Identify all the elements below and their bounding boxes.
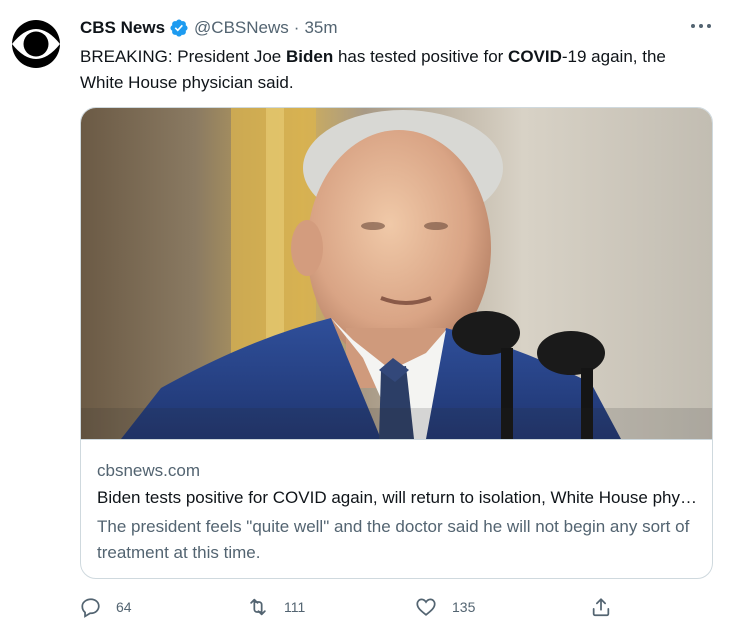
share-icon [592, 598, 610, 617]
reply-icon [81, 598, 100, 618]
share-button[interactable] [590, 596, 612, 618]
link-card[interactable]: cbsnews.com Biden tests positive for COV… [80, 107, 713, 579]
separator-dot: · [293, 18, 300, 37]
card-body: cbsnews.com Biden tests positive for COV… [97, 460, 697, 566]
card-title: Biden tests positive for COVID again, wi… [97, 488, 697, 507]
like-button[interactable]: 135 [414, 596, 475, 618]
tweet-text-highlight: COVID [508, 47, 562, 66]
action-bar: 64 111 135 [80, 596, 640, 622]
card-description: The president feels "quite well" and the… [97, 517, 690, 562]
timestamp[interactable]: 35m [304, 18, 337, 38]
reply-count: 64 [116, 599, 132, 615]
tweet[interactable]: CBS News @CBSNews · 35m BREAKING: Presid… [0, 0, 740, 630]
reply-button[interactable]: 64 [80, 596, 132, 618]
avatar[interactable] [8, 16, 64, 72]
cbs-logo-icon [8, 16, 64, 72]
tweet-text-highlight: Biden [285, 47, 334, 66]
tweet-text-part: BREAKING: President Joe [80, 47, 286, 66]
tweet-header: CBS News @CBSNews · 35m [80, 16, 338, 40]
card-image [81, 108, 712, 440]
retweet-button[interactable]: 111 [246, 596, 305, 618]
retweet-icon [250, 598, 266, 616]
display-name[interactable]: CBS News [80, 18, 165, 38]
verified-badge-icon [169, 18, 189, 38]
retweet-count: 111 [284, 599, 306, 615]
like-count: 135 [452, 599, 476, 615]
heart-icon [416, 598, 436, 616]
card-domain: cbsnews.com [97, 461, 200, 480]
more-icon [691, 24, 711, 28]
handle[interactable]: @CBSNews [194, 18, 289, 38]
more-options-button[interactable] [688, 16, 714, 36]
tweet-text: BREAKING: President Joe Biden has tested… [80, 44, 710, 96]
tweet-text-part: has tested positive for [333, 47, 509, 66]
